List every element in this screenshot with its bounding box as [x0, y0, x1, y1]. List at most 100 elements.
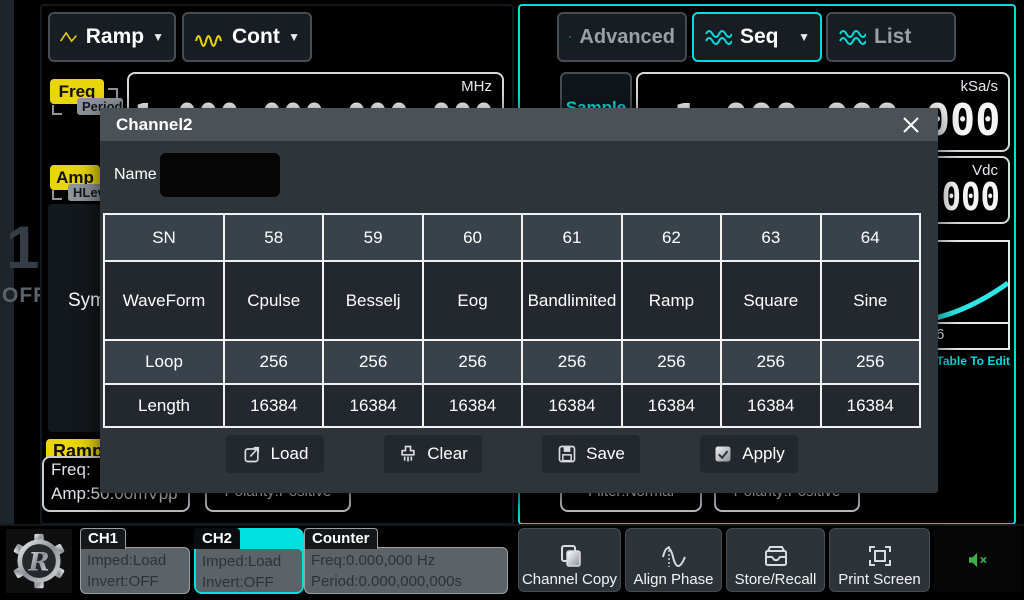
- print-screen-button[interactable]: Print Screen: [829, 528, 930, 592]
- svg-text:R: R: [27, 546, 49, 576]
- mode-dropdown-label: Cont: [232, 25, 280, 49]
- row-header-waveform: WaveForm: [104, 261, 224, 340]
- ch1-status-tab[interactable]: CH1 Imped:Load Invert:OFF: [80, 528, 190, 594]
- name-label: Name: [114, 166, 157, 184]
- seq-wave-icon: [704, 26, 732, 48]
- bracket-decoration: [52, 105, 62, 115]
- print-screen-label: Print Screen: [838, 571, 921, 588]
- list-button[interactable]: List: [826, 12, 956, 62]
- table-cell[interactable]: 16384: [323, 384, 422, 427]
- chevron-down-icon: ▼: [152, 30, 164, 44]
- table-cell[interactable]: 16384: [721, 384, 820, 427]
- archive-tray-icon: [762, 543, 790, 569]
- advanced-button[interactable]: Advanced: [557, 12, 687, 62]
- list-wave-icon: [838, 26, 866, 48]
- sample-rate-unit: kSa/s: [960, 78, 998, 95]
- row-header-sn: SN: [104, 214, 224, 261]
- ch1-imped: Imped:Load: [87, 550, 183, 571]
- store-recall-button[interactable]: Store/Recall: [726, 528, 825, 592]
- channel2-dialog: Channel2 Name SN 58 59 60 61 62 63 64 Wa…: [100, 108, 938, 493]
- load-button[interactable]: Load: [226, 435, 324, 473]
- gear-icon: R: [9, 531, 69, 591]
- apply-button[interactable]: Apply: [700, 435, 798, 473]
- table-cell[interactable]: 16384: [224, 384, 323, 427]
- table-cell[interactable]: 256: [423, 340, 522, 384]
- table-cell[interactable]: Bandlimited: [522, 261, 621, 340]
- mode-dropdown[interactable]: Cont ▼: [182, 12, 312, 62]
- ch2-imped: Imped:Load: [202, 551, 296, 572]
- name-input[interactable]: [160, 153, 280, 197]
- counter-status-tab[interactable]: Counter Freq:0.000,000 Hz Period:0.000,0…: [304, 528, 508, 594]
- phase-wave-icon: [659, 543, 689, 569]
- store-recall-label: Store/Recall: [735, 571, 817, 588]
- channel-copy-button[interactable]: Channel Copy: [518, 528, 621, 592]
- table-cell[interactable]: Besselj: [323, 261, 422, 340]
- speaker-muted-icon: [967, 551, 989, 569]
- ch1-tab-label: CH1: [80, 528, 126, 549]
- table-cell[interactable]: 256: [721, 340, 820, 384]
- table-cell[interactable]: Sine: [821, 261, 920, 340]
- advanced-button-label: Advanced: [579, 26, 675, 49]
- waveform-dropdown[interactable]: Ramp ▼: [48, 12, 176, 62]
- table-cell[interactable]: 63: [721, 214, 820, 261]
- table-cell[interactable]: 256: [622, 340, 721, 384]
- counter-tab-label: Counter: [304, 528, 378, 549]
- table-cell[interactable]: 61: [522, 214, 621, 261]
- channel1-number: 1: [6, 218, 39, 278]
- counter-freq: Freq:0.000,000 Hz: [311, 550, 501, 571]
- chevron-down-icon: ▼: [798, 30, 810, 44]
- ch2-invert: Invert:OFF: [202, 572, 296, 592]
- channel-copy-label: Channel Copy: [522, 571, 617, 588]
- align-phase-label: Align Phase: [633, 571, 713, 588]
- ch2-tab-label: CH2: [194, 528, 240, 549]
- table-cell[interactable]: 60: [423, 214, 522, 261]
- close-icon[interactable]: [900, 114, 922, 136]
- table-row-waveform: WaveForm Cpulse Besselj Eog Bandlimited …: [104, 261, 920, 340]
- dialog-title: Channel2: [116, 115, 193, 135]
- load-icon: [242, 444, 262, 464]
- row-header-loop: Loop: [104, 340, 224, 384]
- table-cell[interactable]: Cpulse: [224, 261, 323, 340]
- table-cell[interactable]: 58: [224, 214, 323, 261]
- apply-check-icon: [713, 444, 733, 464]
- ch1-invert: Invert:OFF: [87, 571, 183, 592]
- counter-period: Period:0.000,000,000s: [311, 571, 501, 592]
- table-cell[interactable]: 256: [522, 340, 621, 384]
- chevron-down-icon: ▼: [288, 30, 300, 44]
- ch1-status-body: Imped:Load Invert:OFF: [80, 547, 190, 594]
- frequency-unit: MHz: [461, 78, 492, 95]
- clear-button-label: Clear: [427, 444, 468, 464]
- clear-button[interactable]: Clear: [384, 435, 482, 473]
- table-cell[interactable]: 256: [821, 340, 920, 384]
- table-cell[interactable]: Ramp: [622, 261, 721, 340]
- sequence-table: SN 58 59 60 61 62 63 64 WaveForm Cpulse …: [103, 213, 921, 428]
- save-button-label: Save: [586, 444, 625, 464]
- mute-indicator[interactable]: [934, 528, 1022, 592]
- apply-button-label: Apply: [742, 444, 785, 464]
- bracket-decoration: [52, 190, 62, 200]
- ch2-status-tab[interactable]: CH2 Imped:Load Invert:OFF: [194, 528, 304, 594]
- save-button[interactable]: Save: [542, 435, 640, 473]
- row-header-length: Length: [104, 384, 224, 427]
- dialog-header: Channel2: [100, 108, 938, 141]
- table-cell[interactable]: 59: [323, 214, 422, 261]
- table-row-sn: SN 58 59 60 61 62 63 64: [104, 214, 920, 261]
- table-cell[interactable]: 62: [622, 214, 721, 261]
- table-cell[interactable]: 16384: [622, 384, 721, 427]
- table-cell[interactable]: 16384: [423, 384, 522, 427]
- cont-wave-icon: [194, 26, 224, 48]
- align-phase-button[interactable]: Align Phase: [625, 528, 722, 592]
- brand-gear-logo[interactable]: R: [6, 529, 72, 593]
- seq-dropdown-label: Seq: [740, 25, 779, 49]
- table-row-length: Length 16384 16384 16384 16384 16384 163…: [104, 384, 920, 427]
- table-cell[interactable]: 16384: [522, 384, 621, 427]
- table-cell[interactable]: 256: [323, 340, 422, 384]
- table-cell[interactable]: Square: [721, 261, 820, 340]
- seq-dropdown[interactable]: Seq ▼: [692, 12, 822, 62]
- table-cell[interactable]: 256: [224, 340, 323, 384]
- list-button-label: List: [874, 25, 911, 49]
- table-cell[interactable]: Eog: [423, 261, 522, 340]
- table-cell[interactable]: 16384: [821, 384, 920, 427]
- table-row-loop: Loop 256 256 256 256 256 256 256: [104, 340, 920, 384]
- table-cell[interactable]: 64: [821, 214, 920, 261]
